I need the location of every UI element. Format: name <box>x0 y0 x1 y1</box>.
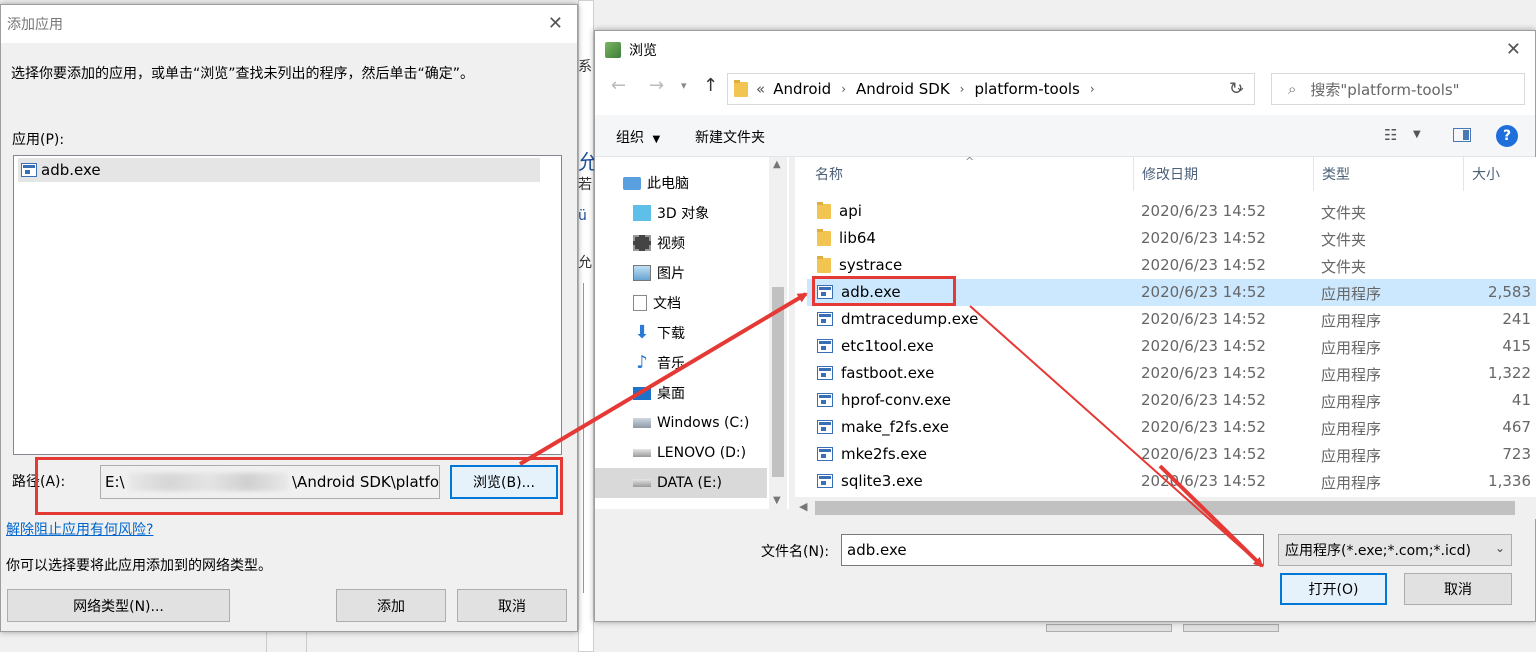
arrow-to-open-button <box>1158 464 1264 568</box>
annotation-arrows <box>518 292 1264 568</box>
arrow-thin-line <box>969 305 1263 567</box>
arrow-to-adb-exe <box>518 292 808 466</box>
